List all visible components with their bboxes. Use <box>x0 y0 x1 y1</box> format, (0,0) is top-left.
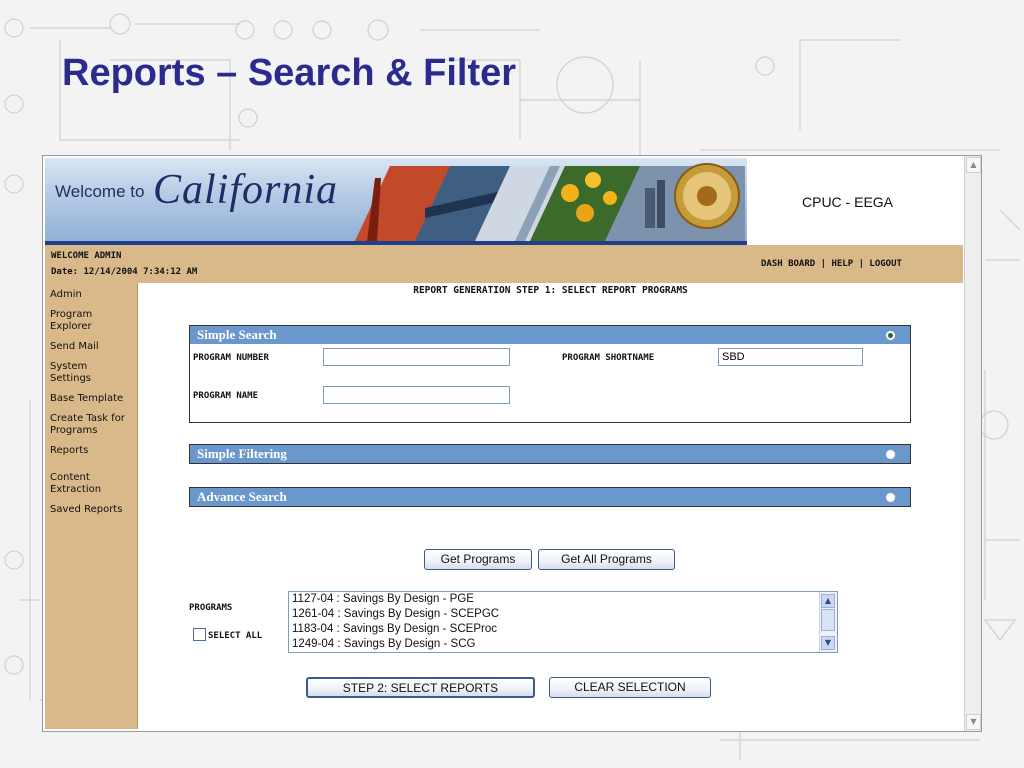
login-date-text: Date: 12/14/2004 7:34:12 AM <box>51 267 198 277</box>
sidebar-item-system-settings[interactable]: System Settings <box>45 361 110 385</box>
link-separator: | <box>820 259 827 269</box>
sidebar-item-program-explorer[interactable]: Program Explorer <box>45 309 110 333</box>
main-content: REPORT GENERATION STEP 1: SELECT REPORT … <box>138 283 963 729</box>
browser-window: Welcome to California CPUC - EEGA WELCOM… <box>42 155 982 732</box>
clear-selection-button[interactable]: CLEAR SELECTION <box>549 677 711 698</box>
scroll-down-icon[interactable]: ▼ <box>821 636 835 650</box>
sidebar-item-create-task[interactable]: Create Task for Programs <box>45 413 138 437</box>
get-programs-button[interactable]: Get Programs <box>424 549 532 570</box>
scroll-up-icon[interactable]: ▲ <box>821 594 835 608</box>
programs-listbox[interactable]: 1127-04 : Savings By Design - PGE 1261-0… <box>288 591 838 653</box>
program-shortname-label: PROGRAM SHORTNAME <box>562 353 655 363</box>
program-number-input[interactable] <box>323 348 510 366</box>
list-item[interactable]: 1261-04 : Savings By Design - SCEPGC <box>289 607 837 622</box>
list-item[interactable]: 1183-04 : Savings By Design - SCEProc <box>289 622 837 637</box>
help-link[interactable]: HELP <box>831 259 853 269</box>
scroll-thumb[interactable] <box>821 609 835 631</box>
simple-search-title: Simple Search <box>197 327 277 342</box>
top-links: DASH BOARD | HELP | LOGOUT <box>761 259 902 269</box>
get-all-programs-button[interactable]: Get All Programs <box>538 549 675 570</box>
advance-search-panel: Advance Search <box>189 487 911 507</box>
program-shortname-input[interactable] <box>718 348 863 366</box>
scroll-up-icon[interactable]: ▲ <box>966 157 981 173</box>
list-item[interactable]: 1127-04 : Savings By Design - PGE <box>289 592 837 607</box>
program-number-label: PROGRAM NUMBER <box>193 353 269 363</box>
california-banner-image: Welcome to California <box>45 158 747 246</box>
logout-link[interactable]: LOGOUT <box>869 259 902 269</box>
sidebar-item-send-mail[interactable]: Send Mail <box>45 341 130 353</box>
select-all-checkbox[interactable] <box>193 628 206 641</box>
user-bar: WELCOME ADMIN Date: 12/14/2004 7:34:12 A… <box>45 245 963 283</box>
simple-filtering-panel: Simple Filtering <box>189 444 911 464</box>
list-scrollbar[interactable]: ▲ ▼ <box>819 592 837 652</box>
advance-search-title: Advance Search <box>197 489 287 504</box>
sidebar-item-content-extraction[interactable]: Content Extraction <box>45 472 110 496</box>
welcome-user-text: WELCOME ADMIN <box>51 251 122 261</box>
sidebar-item-admin[interactable]: Admin <box>45 289 130 301</box>
banner-photo-strip <box>355 163 745 241</box>
sidebar-item-base-template[interactable]: Base Template <box>45 393 135 405</box>
programs-label: PROGRAMS <box>189 603 233 613</box>
advance-search-header[interactable]: Advance Search <box>190 488 910 506</box>
step2-select-reports-button[interactable]: STEP 2: SELECT REPORTS <box>306 677 535 698</box>
simple-search-panel: Simple Search PROGRAM NUMBER PROGRAM SHO… <box>189 325 911 423</box>
step-title: REPORT GENERATION STEP 1: SELECT REPORT … <box>413 285 688 296</box>
program-name-input[interactable] <box>323 386 510 404</box>
dashboard-link[interactable]: DASH BOARD <box>761 259 815 269</box>
scroll-down-icon[interactable]: ▼ <box>966 714 981 730</box>
advance-search-radio[interactable] <box>885 492 896 503</box>
simple-filtering-radio[interactable] <box>885 449 896 460</box>
simple-filtering-header[interactable]: Simple Filtering <box>190 445 910 463</box>
sidebar: Admin Program Explorer Send Mail System … <box>45 283 138 729</box>
select-all-label: SELECT ALL <box>208 631 263 641</box>
site-name: CPUC - EEGA <box>802 194 894 210</box>
simple-search-header[interactable]: Simple Search <box>190 326 910 344</box>
sidebar-item-reports[interactable]: Reports <box>45 445 130 457</box>
list-item[interactable]: 1249-04 : Savings By Design - SCG <box>289 637 837 652</box>
site-banner: Welcome to California CPUC - EEGA <box>45 158 963 246</box>
simple-search-radio[interactable] <box>885 330 896 341</box>
program-name-label: PROGRAM NAME <box>193 391 259 401</box>
sidebar-item-saved-reports[interactable]: Saved Reports <box>45 504 135 516</box>
simple-filtering-title: Simple Filtering <box>197 446 287 461</box>
link-separator: | <box>858 259 864 269</box>
browser-scrollbar[interactable]: ▲ ▼ <box>964 156 981 731</box>
slide-title: Reports – Search & Filter <box>62 52 517 94</box>
